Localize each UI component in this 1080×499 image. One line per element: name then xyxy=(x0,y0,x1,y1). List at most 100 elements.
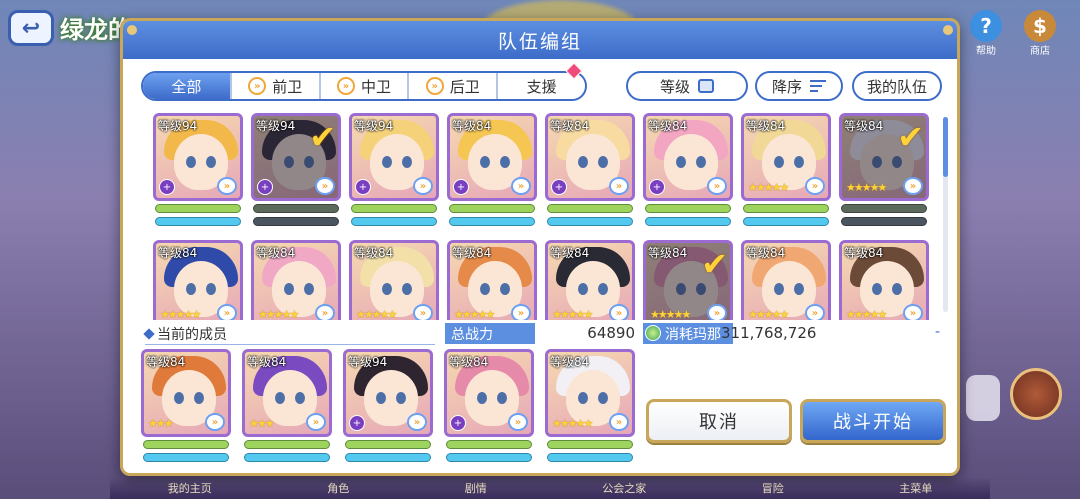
roster-character-card[interactable]: 等级84 ★★★★★ » xyxy=(251,240,341,320)
portrait-eye xyxy=(892,283,902,295)
character-portrait: 等级84 + » xyxy=(643,113,733,201)
background-panel xyxy=(966,375,1000,421)
rank-up-icon: + xyxy=(453,179,469,195)
star-rating-icon: ★★★★★ xyxy=(748,308,789,320)
roster-character-card[interactable]: 等级84 ★★★★★ » xyxy=(741,113,831,231)
position-chevron-icon: » xyxy=(903,177,923,195)
roster-scroll-thumb[interactable] xyxy=(943,117,948,177)
help-icon: ? xyxy=(970,10,1002,42)
tab-all[interactable]: 全部 xyxy=(143,73,232,99)
back-button[interactable]: ↩ xyxy=(8,10,54,46)
roster-character-card[interactable]: 等级84 + » xyxy=(643,113,733,231)
portrait-eye xyxy=(497,392,507,404)
current-members-heading: 当前的成员 xyxy=(145,324,227,344)
portrait-eye xyxy=(396,392,406,404)
my-team-button[interactable]: 我的队伍 xyxy=(852,71,942,101)
star-rating-icon: ★★★ xyxy=(148,417,174,430)
star-rating-icon: ★★★★★ xyxy=(650,308,691,320)
tp-bar xyxy=(446,453,532,462)
portrait-eye xyxy=(275,392,285,404)
cancel-button[interactable]: 取消 xyxy=(646,399,792,443)
character-portrait: 等级84 + » xyxy=(545,113,635,201)
roster-character-card[interactable]: 等级84 ★★★★★ » xyxy=(741,240,831,320)
shop-button[interactable]: $ 商店 xyxy=(1020,10,1060,57)
character-portrait: 等级94 + » xyxy=(153,113,243,201)
roster-character-card[interactable]: 等级94 + » ✔ xyxy=(251,113,341,231)
help-button[interactable]: ? 帮助 xyxy=(966,10,1006,57)
roster-character-card[interactable]: 等级84 ★★★★★ » ✔ xyxy=(643,240,733,320)
tab-midguard-label: 中卫 xyxy=(360,77,391,96)
roster-character-card[interactable]: 等级84 ★★★★★ » xyxy=(839,240,929,320)
roster-character-card[interactable]: 等级84 ★★★★★ » xyxy=(153,240,243,320)
character-portrait: 等级84 ★★★★★ » xyxy=(153,240,243,320)
team-member-card[interactable]: 等级84 ★★★ » xyxy=(242,349,332,467)
tab-vanguard[interactable]: » 前卫 xyxy=(232,73,321,99)
menu-main[interactable]: 主菜单 xyxy=(899,480,932,496)
character-portrait: 等级94 + » xyxy=(343,349,433,437)
roster-grid[interactable]: 等级94 +» 等级94 +» ✔ 等级94 +» 等级84 +» 等级84 +» 等级84 +» 等级8… xyxy=(153,113,933,320)
position-chevron-icon: » xyxy=(511,304,531,320)
portrait-eye xyxy=(376,392,386,404)
roster-character-card[interactable]: 等级84 + » xyxy=(447,113,537,231)
team-member-card[interactable]: 等级84 ★★★ » xyxy=(141,349,231,467)
menu-character[interactable]: 角色 xyxy=(327,480,349,496)
character-portrait: 等级84 ★★★ » xyxy=(141,349,231,437)
portrait-eye xyxy=(382,283,392,295)
character-portrait: 等级84 ★★★★★ » xyxy=(545,349,635,437)
sort-field-button[interactable]: 等级 xyxy=(626,71,748,101)
roster-character-card[interactable]: 等级94 + » xyxy=(349,113,439,231)
tab-midguard[interactable]: » 中卫 xyxy=(321,73,410,99)
character-portrait: 等级84 ★★★★★ » xyxy=(545,240,635,320)
team-info-bar: 当前的成员 总战力 64890 消耗玛那 311,768,726 - xyxy=(123,321,957,345)
bottom-menu: 我的主页 角色 剧情 公会之家 冒险 主菜单 xyxy=(110,477,990,499)
roster-character-card[interactable]: 等级84 ★★★★★ » xyxy=(349,240,439,320)
position-chevron-icon: » xyxy=(315,304,335,320)
roster-character-card[interactable]: 等级84 ★★★★★ » xyxy=(545,240,635,320)
menu-guild-house[interactable]: 公会之家 xyxy=(602,480,646,496)
character-portrait: 等级84 ★★★★★ » ✔ xyxy=(839,113,929,201)
tp-bar xyxy=(547,217,633,226)
tp-bar xyxy=(351,217,437,226)
star-rating-icon: ★★★★★ xyxy=(846,308,887,320)
hp-bar xyxy=(244,440,330,449)
team-member-card[interactable]: 等级84 + » xyxy=(444,349,534,467)
portrait-eye xyxy=(676,156,686,168)
portrait-eye xyxy=(676,283,686,295)
character-level: 等级84 xyxy=(648,119,688,133)
portrait-eye xyxy=(480,283,490,295)
rank-up-icon: + xyxy=(551,179,567,195)
character-level: 等级94 xyxy=(354,119,394,133)
character-level: 等级84 xyxy=(256,246,296,260)
roster-character-card[interactable]: 等级84 ★★★★★ » ✔ xyxy=(839,113,929,231)
roster-character-card[interactable]: 等级84 + » xyxy=(545,113,635,231)
portrait-eye xyxy=(794,283,804,295)
start-battle-button[interactable]: 战斗开始 xyxy=(800,399,946,443)
portrait-eye xyxy=(477,392,487,404)
character-level: 等级84 xyxy=(746,246,786,260)
team-member-card[interactable]: 等级84 ★★★★★ » xyxy=(545,349,635,467)
roster-character-card[interactable]: 等级84 ★★★★★ » xyxy=(447,240,537,320)
hp-bar xyxy=(547,204,633,213)
character-level: 等级84 xyxy=(452,119,492,133)
position-chevron-icon: » xyxy=(306,413,326,431)
portrait-eye xyxy=(872,156,882,168)
mana-icon xyxy=(645,325,661,341)
position-chevron-icon: » xyxy=(511,177,531,195)
sort-field-label: 等级 xyxy=(659,77,690,96)
menu-adventure[interactable]: 冒险 xyxy=(762,480,784,496)
tab-rearguard[interactable]: » 后卫 xyxy=(409,73,499,99)
sort-order-button[interactable]: 降序 xyxy=(755,71,843,101)
portrait-eye xyxy=(774,156,784,168)
tab-all-label: 全部 xyxy=(171,77,202,96)
my-team-label: 我的队伍 xyxy=(866,77,927,96)
portrait-eye xyxy=(186,283,196,295)
portrait-eye xyxy=(500,156,510,168)
background-round-button[interactable] xyxy=(1010,368,1062,420)
menu-story[interactable]: 剧情 xyxy=(465,480,487,496)
hp-bar xyxy=(143,440,229,449)
menu-home[interactable]: 我的主页 xyxy=(168,480,212,496)
team-member-card[interactable]: 等级94 + » xyxy=(343,349,433,467)
position-chevron-icon: » xyxy=(903,304,923,320)
roster-character-card[interactable]: 等级94 + » xyxy=(153,113,243,231)
position-chevron-icon: » xyxy=(315,177,335,195)
